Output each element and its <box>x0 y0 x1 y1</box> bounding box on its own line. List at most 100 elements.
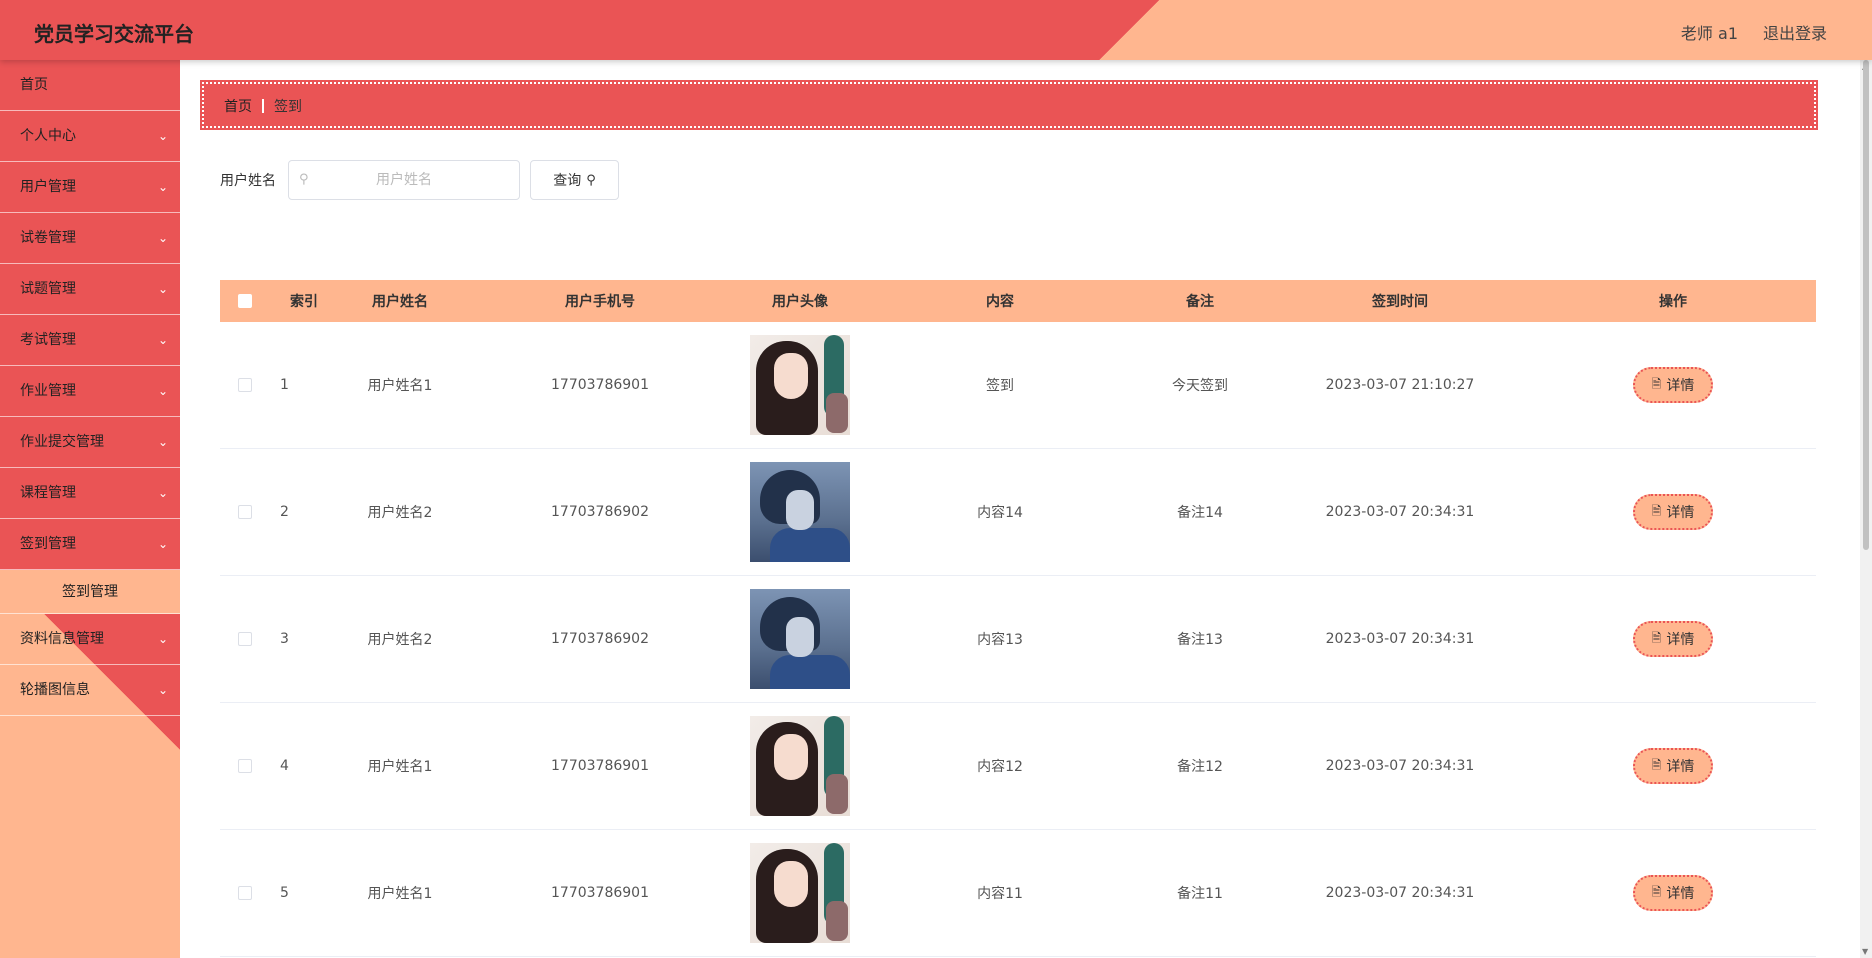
user-avatar <box>750 716 850 816</box>
detail-button[interactable]: 🗎 详情 <box>1633 621 1713 657</box>
scrollbar-thumb[interactable] <box>1863 60 1869 550</box>
search-icon: ⚲ <box>299 172 309 187</box>
detail-button[interactable]: 🗎 详情 <box>1633 367 1713 403</box>
cell-phone: 17703786901 <box>551 377 649 393</box>
cell-remark: 备注13 <box>1177 632 1223 648</box>
cell-name: 用户姓名1 <box>367 759 433 775</box>
submenu-item-checkin-management[interactable]: 签到管理 <box>0 570 180 614</box>
sidebar-item-label: 课程管理 <box>20 485 76 501</box>
chevron-down-icon: ⌄ <box>157 537 168 551</box>
sidebar-item-label: 试卷管理 <box>20 230 76 246</box>
chevron-down-icon: ⌄ <box>157 129 168 143</box>
sidebar-item-course-management[interactable]: 课程管理 ⌄ <box>0 468 180 519</box>
detail-button[interactable]: 🗎 详情 <box>1633 748 1713 784</box>
chevron-down-icon: ⌄ <box>157 384 168 398</box>
sidebar-item-personal-center[interactable]: 个人中心 ⌄ <box>0 111 180 162</box>
query-button[interactable]: 查询 ⚲ <box>530 160 619 200</box>
chevron-down-icon: ⌄ <box>157 435 168 449</box>
row-checkbox[interactable] <box>238 378 252 392</box>
cell-name: 用户姓名1 <box>367 378 433 394</box>
cell-time: 2023-03-07 21:10:27 <box>1325 377 1475 393</box>
breadcrumb-home[interactable]: 首页 <box>224 99 252 115</box>
chevron-down-icon: ⌄ <box>157 231 168 245</box>
sidebar-item-label: 轮播图信息 <box>20 682 90 698</box>
vertical-scrollbar[interactable]: ▲ ▼ <box>1860 60 1872 958</box>
cell-time: 2023-03-07 20:34:31 <box>1325 504 1475 520</box>
detail-button-label: 详情 <box>1666 632 1695 648</box>
cell-remark: 今天签到 <box>1172 378 1228 394</box>
sidebar-item-label: 首页 <box>20 77 48 93</box>
cell-content: 内容12 <box>977 759 1023 775</box>
sidebar-item-label: 试题管理 <box>20 281 76 297</box>
table-row: 2 用户姓名2 17703786902 内容14 备注14 2023-03-07… <box>220 449 1816 576</box>
document-icon: 🗎 <box>1651 376 1662 391</box>
search-bar: 用户姓名 ⚲ 查询 ⚲ <box>220 160 619 200</box>
table-row: 3 用户姓名2 17703786902 内容13 备注13 2023-03-07… <box>220 576 1816 703</box>
chevron-down-icon: ⌄ <box>157 282 168 296</box>
cell-name: 用户姓名2 <box>367 505 433 521</box>
top-header: 党员学习交流平台 老师 a1 退出登录 <box>0 0 1872 60</box>
column-header: 用户手机号 <box>565 294 635 310</box>
column-header: 签到时间 <box>1372 294 1428 310</box>
cell-content: 签到 <box>986 378 1014 394</box>
sidebar-item-label: 资料信息管理 <box>20 631 104 647</box>
detail-button-label: 详情 <box>1666 378 1695 394</box>
row-checkbox[interactable] <box>238 505 252 519</box>
cell-index: 2 <box>280 504 289 520</box>
cell-remark: 备注14 <box>1177 505 1223 521</box>
user-avatar <box>750 589 850 689</box>
column-header: 用户姓名 <box>372 294 428 310</box>
column-header: 索引 <box>290 294 318 310</box>
sidebar-item-question-management[interactable]: 试题管理 ⌄ <box>0 264 180 315</box>
detail-button-label: 详情 <box>1666 886 1695 902</box>
chevron-down-icon: ⌄ <box>157 683 168 697</box>
table-row: 1 用户姓名1 17703786901 签到 今天签到 2023-03-07 2… <box>220 322 1816 449</box>
user-avatar <box>750 462 850 562</box>
cell-index: 4 <box>280 758 289 774</box>
search-label: 用户姓名 <box>220 173 276 189</box>
sidebar-item-home[interactable]: 首页 <box>0 60 180 111</box>
document-icon: 🗎 <box>1651 884 1662 899</box>
cell-content: 内容13 <box>977 632 1023 648</box>
detail-button[interactable]: 🗎 详情 <box>1633 875 1713 911</box>
document-icon: 🗎 <box>1651 630 1662 645</box>
sidebar-item-label: 作业提交管理 <box>20 434 104 450</box>
sidebar-item-checkin-management[interactable]: 签到管理 ⌄ <box>0 519 180 570</box>
sidebar-item-paper-management[interactable]: 试卷管理 ⌄ <box>0 213 180 264</box>
scroll-down-icon[interactable]: ▼ <box>1862 947 1868 956</box>
sidebar-item-user-management[interactable]: 用户管理 ⌄ <box>0 162 180 213</box>
breadcrumb-current: 签到 <box>274 99 302 115</box>
select-all-checkbox[interactable] <box>238 294 252 308</box>
sidebar-item-material-management[interactable]: 资料信息管理 ⌄ <box>0 614 180 665</box>
row-checkbox[interactable] <box>238 759 252 773</box>
cell-index: 1 <box>280 377 289 393</box>
cell-name: 用户姓名1 <box>367 886 433 902</box>
row-checkbox[interactable] <box>238 886 252 900</box>
chevron-down-icon: ⌄ <box>157 180 168 194</box>
query-button-label: 查询 <box>553 173 582 189</box>
cell-index: 3 <box>280 631 289 647</box>
column-header: 内容 <box>986 294 1014 310</box>
cell-phone: 17703786901 <box>551 885 649 901</box>
sidebar-item-label: 考试管理 <box>20 332 76 348</box>
sidebar-item-label: 用户管理 <box>20 179 76 195</box>
row-checkbox[interactable] <box>238 632 252 646</box>
sidebar-item-exam-management[interactable]: 考试管理 ⌄ <box>0 315 180 366</box>
table-header: 索引 用户姓名 用户手机号 用户头像 内容 备注 签到时间 操作 <box>220 280 1816 322</box>
detail-button-label: 详情 <box>1666 759 1695 775</box>
chevron-down-icon: ⌄ <box>157 632 168 646</box>
search-input-wrap: ⚲ <box>288 160 520 200</box>
user-avatar <box>750 843 850 943</box>
sidebar-item-homework-submit-management[interactable]: 作业提交管理 ⌄ <box>0 417 180 468</box>
breadcrumb: 首页 签到 <box>200 80 1818 130</box>
current-user: 老师 a1 <box>1680 24 1738 43</box>
table-row: 5 用户姓名1 17703786901 内容11 备注11 2023-03-07… <box>220 830 1816 957</box>
logout-link[interactable]: 退出登录 <box>1763 20 1827 44</box>
cell-phone: 17703786902 <box>551 504 649 520</box>
sidebar-item-homework-management[interactable]: 作业管理 ⌄ <box>0 366 180 417</box>
column-header: 备注 <box>1186 294 1214 310</box>
detail-button[interactable]: 🗎 详情 <box>1633 494 1713 530</box>
search-input[interactable] <box>289 161 519 199</box>
detail-button-label: 详情 <box>1666 505 1695 521</box>
sidebar-item-carousel-info[interactable]: 轮播图信息 ⌄ <box>0 665 180 716</box>
